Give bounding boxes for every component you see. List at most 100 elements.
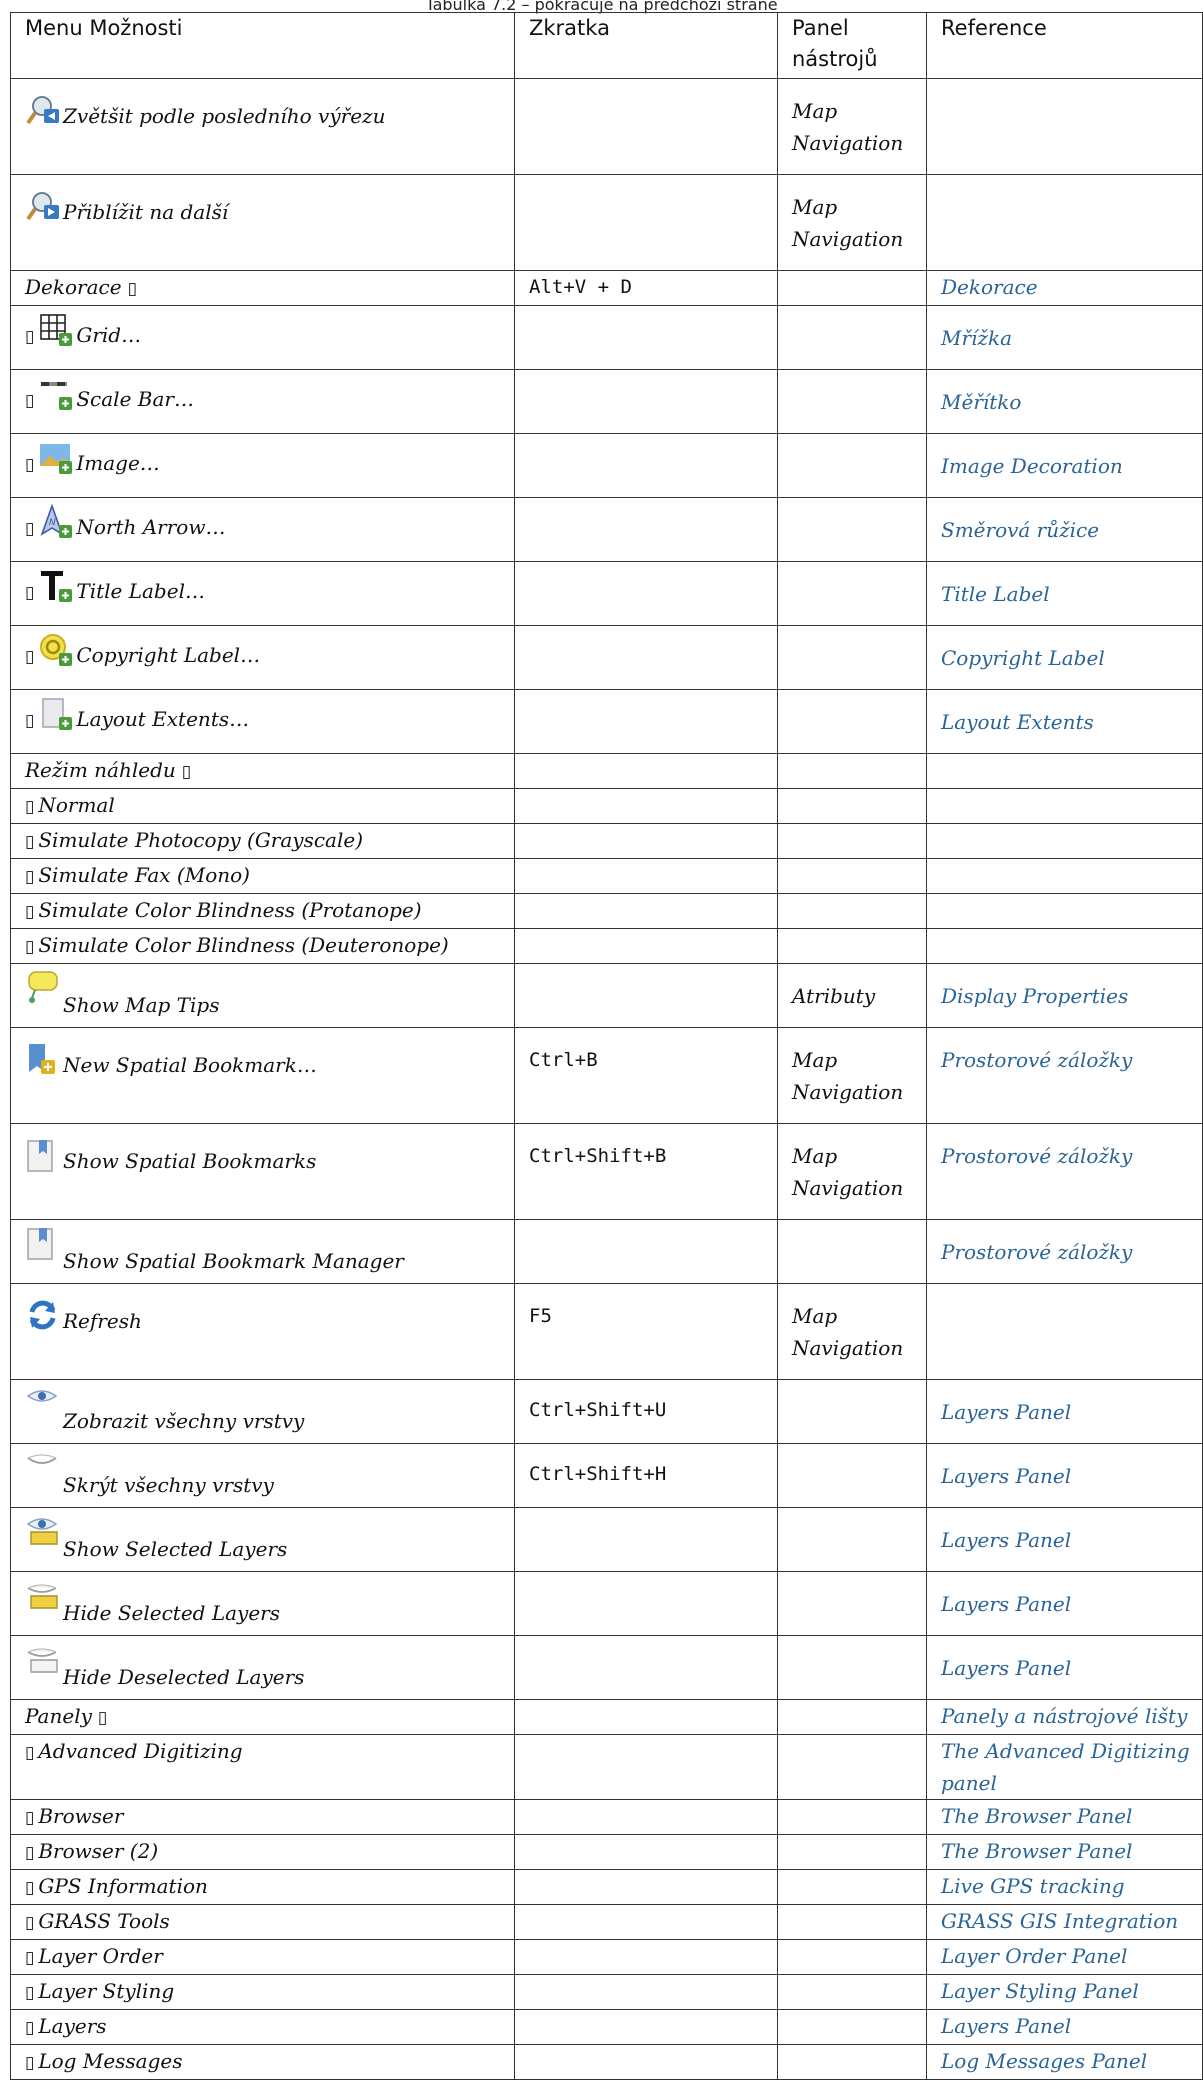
hide-selected-layers-icon (25, 1578, 61, 1614)
table-row: ▯ Browser The Browser Panel (10, 1799, 1203, 1835)
reference-link[interactable]: Image Decoration (926, 433, 1203, 498)
header-menu-options: Menu Možnosti (10, 12, 515, 79)
menu-option-cell: ▯ GRASS Tools (10, 1904, 515, 1940)
shortcut-cell (514, 893, 778, 929)
menu-option-label: GPS Information (38, 1874, 208, 1898)
shortcut-cell (514, 1904, 778, 1940)
reference-link[interactable]: Live GPS tracking (926, 1869, 1203, 1905)
menu-prefix-glyph: ▯ (25, 1913, 35, 1933)
toolbar-cell (777, 2009, 927, 2045)
shortcut-cell: F5 (514, 1283, 778, 1380)
toolbar-cell: Map Navigation (777, 1027, 927, 1124)
table-row: ▯ Normal (10, 788, 1203, 824)
menu-prefix-glyph: ▯ (25, 867, 35, 887)
shortcut-cell (514, 369, 778, 434)
menu-option-label: Simulate Color Blindness (Deuteronope) (38, 933, 449, 957)
toolbar-cell: Atributy (777, 963, 927, 1028)
toolbar-cell (777, 1571, 927, 1636)
menu-prefix-glyph: ▯ (25, 1743, 35, 1763)
reference-link[interactable]: Panely a nástrojové lišty (926, 1699, 1203, 1735)
toolbar-cell (777, 1219, 927, 1284)
reference-link[interactable]: Layer Order Panel (926, 1939, 1203, 1975)
table-body: Zvětšit podle posledního výřezu Map Navig… (10, 78, 1203, 2080)
shortcut-cell (514, 1571, 778, 1636)
menu-option-label: Normal (38, 793, 115, 817)
reference-link[interactable]: Layers Panel (926, 1379, 1203, 1444)
toolbar-cell (777, 1799, 927, 1835)
refresh-icon (25, 1298, 61, 1334)
reference-link[interactable]: The Advanced Digitizing panel (926, 1734, 1203, 1800)
menu-option-label: Panely (25, 1704, 92, 1728)
table-row: Skrýt všechny vrstvy Ctrl+Shift+H Layers P… (10, 1443, 1203, 1508)
table-row: ▯ Simulate Color Blindness (Protanope) (10, 893, 1203, 929)
table-row: ▯ GPS Information Live GPS tracking (10, 1869, 1203, 1905)
menu-option-cell: ▯ Simulate Color Blindness (Deuteronope) (10, 928, 515, 964)
reference-link[interactable]: Dekorace (926, 270, 1203, 306)
table-row: ▯ Copyright Label… Copyright Label (10, 625, 1203, 690)
shortcut-cell (514, 2044, 778, 2080)
reference-link[interactable]: Title Label (926, 561, 1203, 626)
menu-option-label: Simulate Fax (Mono) (38, 863, 250, 887)
reference-link[interactable]: The Browser Panel (926, 1834, 1203, 1870)
menu-option-cell: Refresh (10, 1283, 515, 1380)
reference-link[interactable]: Prostorové záložky (926, 1219, 1203, 1284)
table-row: ▯ Simulate Fax (Mono) (10, 858, 1203, 894)
menu-option-label: Zobrazit všechny vrstvy (63, 1409, 305, 1433)
reference-link[interactable]: Měřítko (926, 369, 1203, 434)
reference-link[interactable]: Prostorové záložky (926, 1123, 1203, 1220)
reference-link[interactable]: Layers Panel (926, 1571, 1203, 1636)
reference-link (926, 78, 1203, 175)
show-all-layers-icon (25, 1386, 61, 1422)
reference-link[interactable]: Layout Extents (926, 689, 1203, 754)
shortcut-cell (514, 78, 778, 175)
toolbar-cell: Map Navigation (777, 174, 927, 271)
toolbar-cell (777, 433, 927, 498)
toolbar-cell: Map Navigation (777, 78, 927, 175)
table-row: ▯ Browser (2) The Browser Panel (10, 1834, 1203, 1870)
menu-option-cell: ▯ Layout Extents… (10, 689, 515, 754)
reference-link[interactable]: Mřížka (926, 305, 1203, 370)
menu-suffix-glyph: ▯ (181, 762, 192, 782)
shortcut-cell (514, 174, 778, 271)
shortcut-cell (514, 625, 778, 690)
reference-link[interactable]: The Browser Panel (926, 1799, 1203, 1835)
reference-link[interactable]: Layer Styling Panel (926, 1974, 1203, 2010)
reference-link[interactable]: GRASS GIS Integration (926, 1904, 1203, 1940)
new-bookmark-icon (25, 1042, 61, 1078)
reference-link[interactable]: Copyright Label (926, 625, 1203, 690)
table-row: ▯ Simulate Photocopy (Grayscale) (10, 823, 1203, 859)
toolbar-cell (777, 689, 927, 754)
table-row: Přiblížit na další Map Navigation (10, 174, 1203, 271)
header-reference: Reference (926, 12, 1203, 79)
table-row: ▯ Layer Order Layer Order Panel (10, 1939, 1203, 1975)
reference-link[interactable]: Layers Panel (926, 2009, 1203, 2045)
menu-option-cell: ▯ Browser (10, 1799, 515, 1835)
menu-prefix-glyph: ▯ (25, 647, 35, 667)
menu-option-label: Browser (38, 1804, 124, 1828)
reference-link[interactable]: Layers Panel (926, 1443, 1203, 1508)
reference-link (926, 788, 1203, 824)
menu-option-cell: Hide Selected Layers (10, 1571, 515, 1636)
reference-link[interactable]: Display Properties (926, 963, 1203, 1028)
reference-link[interactable]: Prostorové záložky (926, 1027, 1203, 1124)
table-row: ▯ Advanced Digitizing The Advanced Digitiz… (10, 1734, 1203, 1800)
scalebar-add-icon (38, 376, 74, 412)
title-label-add-icon (38, 568, 74, 604)
reference-link[interactable]: Log Messages Panel (926, 2044, 1203, 2080)
shortcut-cell (514, 1699, 778, 1735)
menu-option-label: Browser (2) (38, 1839, 159, 1863)
shortcut-cell (514, 963, 778, 1028)
menu-option-cell: ▯ Advanced Digitizing (10, 1734, 515, 1800)
menu-option-label: Image… (76, 451, 160, 475)
toolbar-cell (777, 305, 927, 370)
reference-link[interactable]: Layers Panel (926, 1507, 1203, 1572)
table-row: Dekorace ▯ Alt+V + D Dekorace (10, 270, 1203, 306)
menu-prefix-glyph: ▯ (25, 1843, 35, 1863)
reference-link[interactable]: Layers Panel (926, 1635, 1203, 1700)
reference-link[interactable]: Směrová růžice (926, 497, 1203, 562)
toolbar-cell (777, 858, 927, 894)
image-add-icon (38, 440, 74, 476)
menu-option-label: Layout Extents… (76, 707, 250, 731)
table-row: ▯ Layers Layers Panel (10, 2009, 1203, 2045)
toolbar-cell (777, 561, 927, 626)
